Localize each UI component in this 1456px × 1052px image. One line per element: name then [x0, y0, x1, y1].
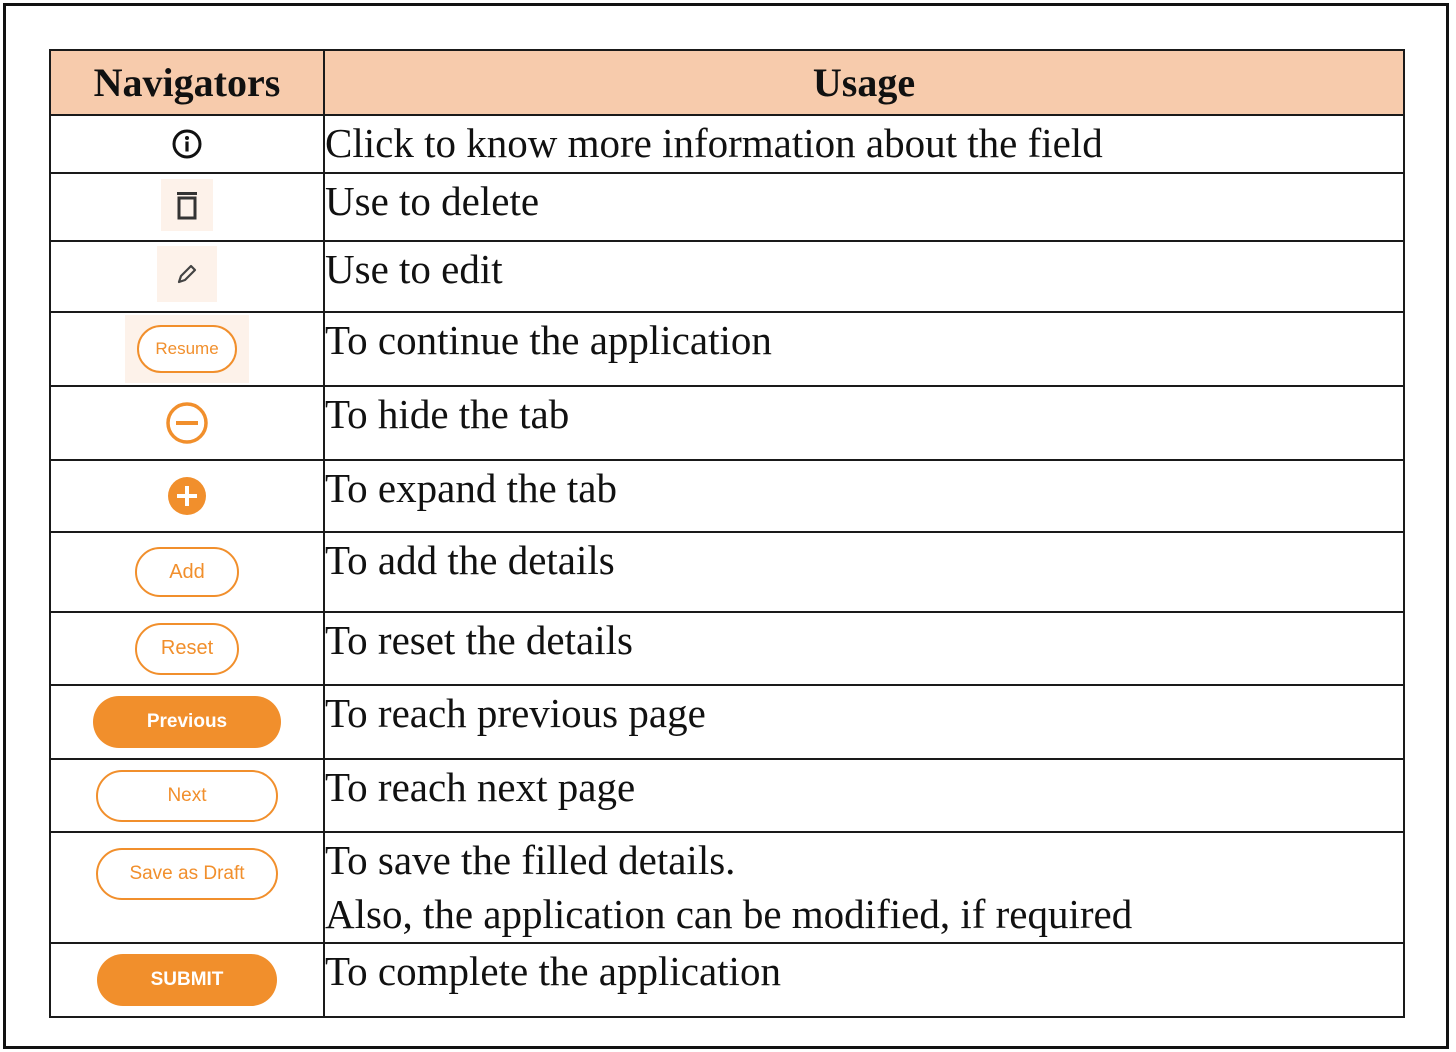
table-row: Next To reach next page — [49, 758, 1405, 833]
reset-button[interactable]: Reset — [135, 622, 239, 675]
usage-text-line2: Also, the application can be modified, i… — [325, 891, 1133, 937]
table-row: To hide the tab — [49, 385, 1405, 461]
table-header-row: Navigators Usage — [49, 49, 1405, 116]
submit-button[interactable]: SUBMIT — [97, 954, 277, 1006]
previous-button[interactable]: Previous — [93, 696, 281, 748]
save-as-draft-button[interactable]: Save as Draft — [96, 848, 278, 900]
next-button[interactable]: Next — [96, 769, 278, 822]
usage-text: To reach next page — [323, 758, 1405, 833]
table-row: Resume To continue the application — [49, 311, 1405, 387]
usage-text: Click to know more information about the… — [323, 114, 1405, 174]
table-row: Save as Draft To save the filled details… — [49, 831, 1405, 944]
header-usage: Usage — [323, 49, 1405, 116]
minus-circle-icon[interactable] — [51, 400, 323, 446]
usage-text: To add the details — [323, 531, 1405, 613]
usage-text: To reach previous page — [323, 684, 1405, 760]
table-row: Use to delete — [49, 172, 1405, 242]
resume-button[interactable]: Resume — [137, 325, 237, 373]
table-row: Use to edit — [49, 240, 1405, 313]
usage-text: To continue the application — [323, 311, 1405, 387]
usage-text: To reset the details — [323, 611, 1405, 686]
usage-text: To expand the tab — [323, 459, 1405, 533]
header-navigators: Navigators — [49, 49, 325, 116]
trash-icon[interactable] — [161, 178, 213, 231]
info-icon[interactable] — [51, 128, 323, 160]
table-row: To expand the tab — [49, 459, 1405, 533]
usage-text: To save the filled details. — [325, 837, 736, 883]
navigators-table: Navigators Usage Click to know more info… — [49, 49, 1405, 1018]
usage-text: To complete the application — [323, 942, 1405, 1018]
usage-text: To hide the tab — [323, 385, 1405, 461]
usage-text: Use to edit — [323, 240, 1405, 313]
table-row: Reset To reset the details — [49, 611, 1405, 686]
plus-circle-icon[interactable] — [51, 474, 323, 518]
table-row: Add To add the details — [49, 531, 1405, 613]
add-button[interactable]: Add — [135, 547, 239, 597]
table-row: Click to know more information about the… — [49, 114, 1405, 174]
table-row: SUBMIT To complete the application — [49, 942, 1405, 1018]
table-row: Previous To reach previous page — [49, 684, 1405, 760]
usage-text: Use to delete — [323, 172, 1405, 242]
pencil-icon[interactable] — [157, 246, 217, 302]
